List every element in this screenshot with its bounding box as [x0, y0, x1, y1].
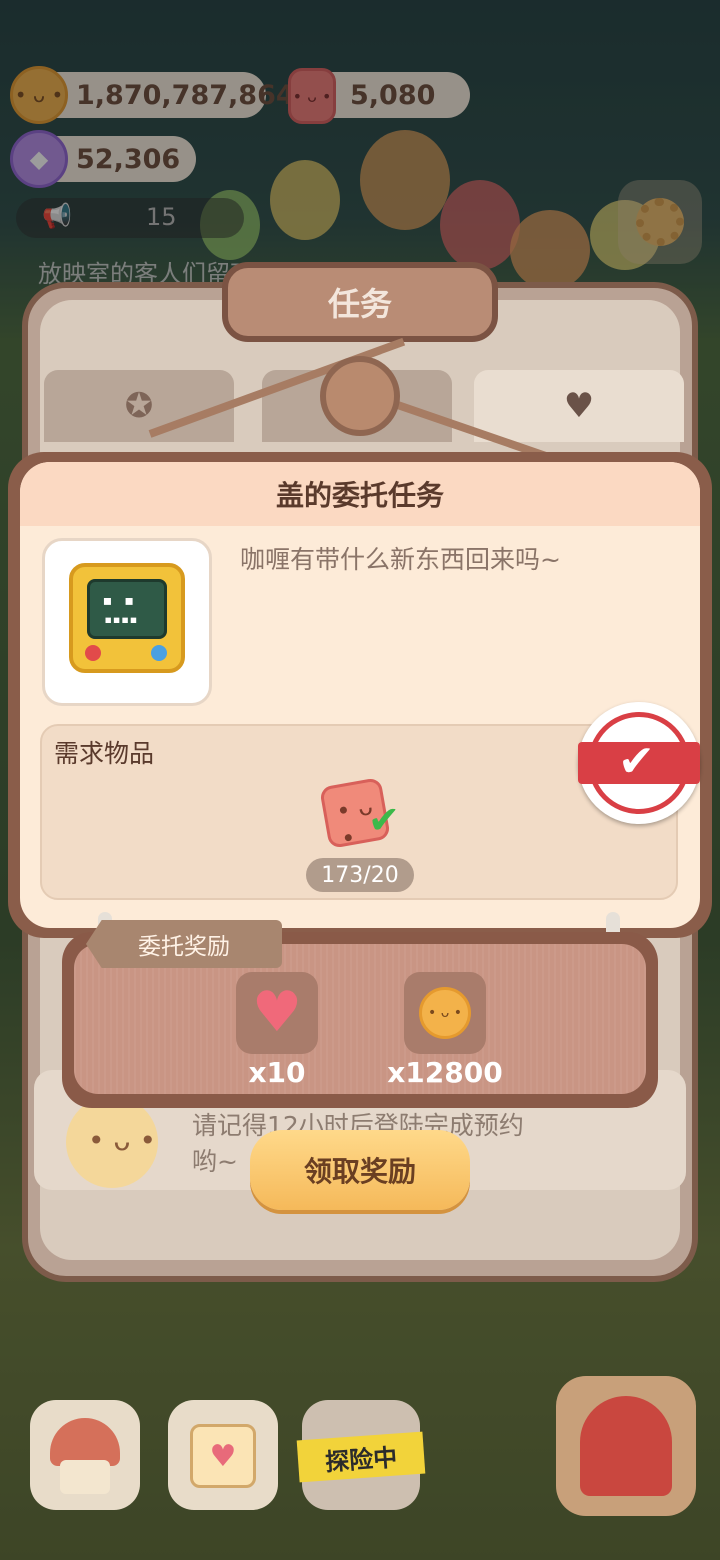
- check-stamp-icon: ✔: [618, 736, 655, 787]
- item-progress: 173/20: [306, 858, 414, 892]
- quest-dialog: 咖喱有带什么新东西回来吗~: [240, 545, 561, 574]
- quest-title: 盖的委托任务: [20, 462, 700, 526]
- required-items-label: 需求物品: [54, 739, 155, 768]
- cookie-coin-icon: • ᴗ •: [419, 987, 471, 1039]
- robot-icon: ▪ ▪ ▪▪▪▪: [69, 563, 185, 673]
- hotel-button[interactable]: [30, 1400, 140, 1510]
- hanging-nail: [320, 356, 400, 436]
- reward-slot-heart[interactable]: ♥: [236, 972, 318, 1054]
- reward-qty-heart: x10: [248, 1056, 306, 1089]
- mushroom-hotel-icon: [50, 1418, 120, 1466]
- theater-button[interactable]: [556, 1376, 696, 1516]
- tab-achievements[interactable]: ✪: [44, 370, 234, 442]
- robot-screen: ▪ ▪ ▪▪▪▪: [87, 579, 167, 639]
- claim-reward-button[interactable]: 领取奖励: [250, 1130, 470, 1210]
- panel-title: 任务: [222, 262, 498, 342]
- quest-giver-portrait: ▪ ▪ ▪▪▪▪: [42, 538, 212, 706]
- heart-icon: ♥: [251, 980, 303, 1045]
- reward-slot-coin[interactable]: • ᴗ •: [404, 972, 486, 1054]
- reward-label: 委托奖励: [86, 920, 282, 968]
- theater-stage-icon: [580, 1396, 672, 1496]
- expedition-button[interactable]: 探险中: [296, 1400, 426, 1510]
- completed-stamp: ✔: [578, 702, 700, 824]
- calendar-button[interactable]: ♥: [168, 1400, 278, 1510]
- checkmark-icon: ✔: [368, 798, 400, 842]
- expedition-label: 探险中: [324, 1443, 399, 1476]
- potion-heart-icon: ♥: [563, 386, 595, 426]
- character-avatar: • ᴗ •: [66, 1096, 158, 1188]
- expedition-tape: 探险中: [296, 1431, 426, 1483]
- calendar-heart-icon: ♥: [190, 1424, 256, 1488]
- reward-qty-coin: x12800: [387, 1056, 503, 1089]
- quest-card: 盖的委托任务 ▪ ▪ ▪▪▪▪ 咖喱有带什么新东西回来吗~ 需求物品 • ᴗ •…: [20, 462, 700, 928]
- rosette-icon: ✪: [124, 386, 154, 426]
- tab-commissions[interactable]: ♥: [474, 370, 684, 442]
